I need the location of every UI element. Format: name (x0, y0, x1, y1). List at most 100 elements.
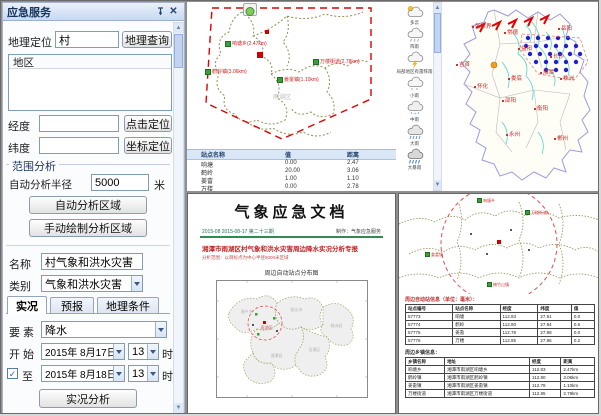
chevron-down-icon (113, 344, 124, 359)
end-hour-select[interactable]: 13 (128, 365, 159, 382)
name-input[interactable] (41, 253, 143, 270)
end-date-select[interactable]: 2015年 8月18日 (41, 365, 125, 382)
heavy-rain-icon (406, 124, 424, 140)
table-row: 57774鹤岭112.8027.940.5 (406, 321, 595, 329)
chevron-down-icon (131, 276, 142, 291)
station-label: 鹤岭镇(3.06km) (205, 68, 247, 75)
cell: 鹤岭镇 (406, 374, 445, 382)
end-time-checkbox[interactable]: ✓ (7, 368, 18, 379)
cell: 湘潭市雨湖区万楼街道 (445, 390, 530, 398)
county-name-label: 湘乡市 (241, 309, 253, 315)
element-select[interactable]: 降水 (41, 321, 167, 338)
close-icon[interactable]: ✕ (167, 5, 180, 18)
manual-draw-area-button[interactable]: 手动绘制分析区域 (29, 219, 147, 237)
geo-locate-input[interactable] (55, 31, 119, 48)
cell: 112.85 (530, 390, 561, 398)
light-rain-icon (406, 76, 424, 92)
col-header: 经度 (530, 358, 561, 366)
cell: 3.06 (347, 168, 392, 176)
panel-scrollbar[interactable]: ▲ ▼ (173, 22, 184, 414)
start-date-select[interactable]: 2015年 8月17日 (41, 343, 125, 360)
end-date-value: 2015年 8月18日 (42, 366, 113, 381)
cell: 0.00 (285, 160, 347, 168)
cell: 3.06km (561, 374, 595, 382)
end-label: 至 (22, 368, 33, 384)
cell: 27.88 (538, 329, 571, 337)
region-listbox[interactable]: 地区 (8, 54, 172, 111)
col-header: 站点编号 (406, 305, 453, 313)
cell: 0.5 (571, 321, 594, 329)
cell: 湘潭市雨湖区鹤岭镇 (445, 374, 530, 382)
tab-live[interactable]: 实况 (7, 296, 47, 314)
cell: 0.2 (571, 337, 594, 345)
scroll-down-icon[interactable]: ▼ (434, 180, 441, 190)
tab-forecast[interactable]: 预报 (50, 297, 94, 314)
pin-icon[interactable] (154, 5, 167, 18)
city-label: 衡阳 (534, 104, 548, 112)
cell: 0.00 (285, 184, 347, 191)
longitude-label: 经度 (8, 118, 30, 134)
cell: 0.0 (571, 313, 594, 321)
scrollbar-thumb[interactable] (174, 34, 183, 68)
town-info-table: 乡镇名称 地址 经度 距离 响塘乡湘潭市雨湖区响塘乡112.832.47km 鹤… (405, 357, 595, 398)
start-hour-unit: 时 (162, 346, 173, 362)
table-row[interactable]: 鹤岭 20.00 3.06 (187, 168, 396, 176)
green-rule (200, 236, 383, 238)
scrollbar-thumb[interactable] (434, 13, 441, 53)
table-row[interactable]: 响塘 0.00 2.47 (187, 160, 396, 168)
figure-map-canvas (217, 281, 367, 397)
scroll-up-icon[interactable]: ▲ (174, 23, 183, 33)
circle-map-canvas (399, 194, 599, 294)
emergency-service-panel: 应急服务 ✕ 地理定位 地理查询 地区 经度 点击定位 纬度 坐标定位 范围分析… (2, 2, 185, 414)
legend-item: 小雨 (406, 76, 424, 98)
tab-geo-condition[interactable]: 地理条件 (97, 297, 159, 314)
latitude-input[interactable] (39, 137, 119, 154)
cell: 27.86 (538, 337, 571, 345)
map-tool-button[interactable] (243, 3, 257, 16)
station-label: 姜畲镇(1.10km) (277, 76, 319, 83)
radius-label: 自动分析半径 (9, 177, 72, 192)
category-value: 气象和洪水灾害 (42, 276, 131, 292)
table-row[interactable]: 万楼 0.00 2.78 (187, 184, 396, 191)
element-value: 降水 (42, 322, 155, 338)
station-distribution-figure: 湘乡市 韶山市 雨湖区 湘潭县 岳塘区 株洲县 (216, 280, 368, 398)
legend-item: 大雨 (406, 124, 424, 146)
scroll-up-icon[interactable]: ▲ (434, 3, 441, 13)
target-village-marker[interactable] (257, 52, 263, 58)
map-station-label: 万楼街道 (525, 210, 547, 216)
table-row: 57775姜畲112.7827.880.0 (406, 329, 595, 337)
auto-analyze-area-button[interactable]: 自动分析区域 (29, 196, 147, 214)
table-row[interactable]: 姜畲 1.00 1.10 (187, 176, 396, 184)
live-analysis-button[interactable]: 实况分析 (39, 389, 137, 408)
province-map-canvas[interactable] (442, 2, 599, 191)
emergency-document-page: 气象应急文档 2015-08 2015-08-17 第二十三期 制作：气象应急服… (187, 193, 396, 414)
legend-item: 局部地区有雷阵雨 (397, 51, 433, 74)
click-locate-button[interactable]: 点击定位 (124, 115, 172, 132)
col-header: 距离 (561, 358, 595, 366)
cell: 姜畲 (453, 329, 500, 337)
weather-legend: 多云 阵雨 局部地区有雷阵雨 小雨 (396, 2, 433, 191)
cell: 27.94 (538, 321, 571, 329)
longitude-input[interactable] (39, 115, 119, 132)
cell: 112.78 (530, 382, 561, 390)
category-select[interactable]: 气象和洪水灾害 (41, 275, 143, 292)
cell: 112.85 (500, 337, 538, 345)
start-date-value: 2015年 8月17日 (42, 344, 113, 359)
legend-scrollbar[interactable]: ▲ ▼ (433, 2, 442, 191)
cell: 112.80 (500, 321, 538, 329)
flag-marker (265, 30, 269, 34)
scroll-down-icon[interactable]: ▼ (174, 403, 183, 413)
geo-query-button[interactable]: 地理查询 (122, 31, 172, 48)
legend-item: 多云 (406, 5, 424, 25)
analysis-map-panel: 响塘乡(2.47km) 鹤岭镇(3.06km) 万楼街道(2.78km) 姜畲镇… (187, 2, 396, 191)
alert-marker[interactable] (491, 62, 497, 68)
station-info-section-title: 周边自动站信息（单位：毫米）： (405, 296, 593, 303)
coord-locate-button[interactable]: 坐标定位 (124, 137, 172, 154)
start-hour-select[interactable]: 13 (128, 343, 159, 360)
table-row: 万楼街道湘潭市雨湖区万楼街道112.852.78km (406, 390, 595, 398)
radius-input[interactable] (91, 174, 149, 191)
name-label: 名称 (9, 256, 31, 272)
geo-locate-label: 地理定位 (8, 34, 52, 50)
cell: 万楼 (453, 337, 500, 345)
cell: 112.78 (500, 329, 538, 337)
